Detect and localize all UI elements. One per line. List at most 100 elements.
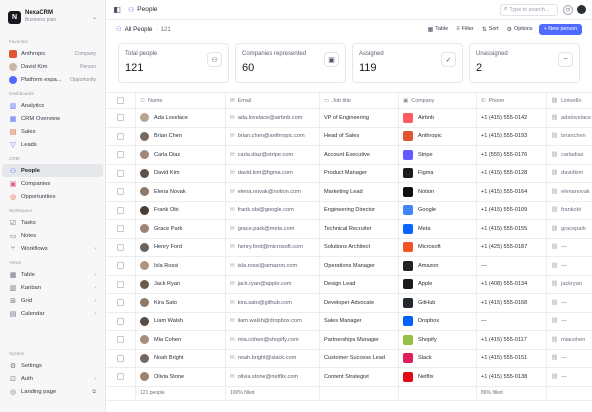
table-row[interactable]: Brian Chen ✉ brian.chen@anthropic.com Head … <box>106 127 592 146</box>
favorite-item-david-kim[interactable]: David Kim Person <box>0 60 105 73</box>
search-input[interactable]: ⌕ Type to search... <box>500 3 558 16</box>
email-cell[interactable]: ✉ frank.obi@google.com <box>226 201 320 219</box>
sidebar-item-opportunities[interactable]: ◎ Opportunities <box>0 190 105 203</box>
name-cell[interactable]: Jack Ryan <box>136 275 226 293</box>
table-row[interactable]: Carla Diaz ✉ carla.diaz@stripe.com Account … <box>106 146 592 165</box>
email-cell[interactable]: ✉ brian.chen@anthropic.com <box>226 127 320 145</box>
phone-cell[interactable]: — <box>477 257 547 275</box>
email-cell[interactable]: ✉ henry.ford@microsoft.com <box>226 238 320 256</box>
email-cell[interactable]: ✉ olivia.stone@netflix.com <box>226 368 320 386</box>
phone-cell[interactable]: +1 (415) 555-0117 <box>477 331 547 349</box>
sidebar-item-auth[interactable]: ⊡ Auth › <box>0 372 105 385</box>
column-header-linkedin[interactable]: ⛓ LinkedIn <box>547 93 592 108</box>
name-cell[interactable]: Elena Novak <box>136 183 226 201</box>
table-row[interactable]: Frank Obi ✉ frank.obi@google.com Engineerin… <box>106 201 592 220</box>
company-cell[interactable]: Airbnb <box>399 109 477 127</box>
phone-cell[interactable]: +1 (425) 555-0187 <box>477 238 547 256</box>
column-header-name[interactable]: ⚇ Name <box>136 93 226 108</box>
job-cell[interactable]: Operations Manager <box>320 257 399 275</box>
phone-cell[interactable]: +1 (415) 555-0151 <box>477 349 547 367</box>
favorite-item-anthropic[interactable]: Anthropic Company <box>0 47 105 60</box>
job-cell[interactable]: Design Lead <box>320 275 399 293</box>
select-all-checkbox[interactable] <box>106 93 136 108</box>
name-cell[interactable]: Ada Lovelace <box>136 109 226 127</box>
row-checkbox[interactable] <box>106 368 136 386</box>
table-row[interactable]: Ada Lovelace ✉ ada.lovelace@airbnb.com VP o… <box>106 109 592 128</box>
name-cell[interactable]: Olivia Stone <box>136 368 226 386</box>
company-cell[interactable]: Meta <box>399 220 477 238</box>
phone-cell[interactable]: +1 (415) 555-0193 <box>477 127 547 145</box>
linkedin-cell[interactable]: ⛓ — <box>547 313 592 331</box>
row-checkbox[interactable] <box>106 331 136 349</box>
sidebar-item-sales[interactable]: ▤ Sales <box>0 125 105 138</box>
linkedin-cell[interactable]: ⛓ carladiaz <box>547 146 592 164</box>
email-cell[interactable]: ✉ ada.lovelace@airbnb.com <box>226 109 320 127</box>
phone-cell[interactable]: — <box>477 312 547 330</box>
name-cell[interactable]: Carla Diaz <box>136 146 226 164</box>
company-cell[interactable]: Slack <box>399 349 477 367</box>
new-person-button[interactable]: + New person <box>538 23 582 35</box>
job-cell[interactable]: Technical Recruiter <box>320 220 399 238</box>
options-button[interactable]: ⚙ Options <box>507 26 533 33</box>
company-cell[interactable]: Shopify <box>399 331 477 349</box>
company-cell[interactable]: Apple <box>399 275 477 293</box>
row-checkbox[interactable] <box>106 294 136 312</box>
clock-icon[interactable]: ◷ <box>563 4 573 15</box>
table-row[interactable]: Olivia Stone ✉ olivia.stone@netflix.com Con… <box>106 368 592 387</box>
linkedin-cell[interactable]: ⛓ davidkim <box>547 165 592 183</box>
name-cell[interactable]: Frank Obi <box>136 201 226 219</box>
phone-cell[interactable]: +1 (555) 555-0176 <box>477 146 547 164</box>
name-cell[interactable]: Liam Walsh <box>136 312 226 330</box>
linkedin-cell[interactable]: ⛓ — <box>547 294 592 312</box>
row-checkbox[interactable] <box>106 275 136 293</box>
email-cell[interactable]: ✉ liam.walsh@dropbox.com <box>226 312 320 330</box>
company-cell[interactable]: Dropbox <box>399 312 477 330</box>
sidebar-item-kanban[interactable]: ▥ Kanban › <box>0 281 105 294</box>
phone-cell[interactable]: +1 (415) 555-0155 <box>477 220 547 238</box>
linkedin-cell[interactable]: ⛓ brianchen <box>547 128 592 146</box>
company-cell[interactable]: Amazon <box>399 257 477 275</box>
email-cell[interactable]: ✉ kira.sato@github.com <box>226 294 320 312</box>
row-checkbox[interactable] <box>106 220 136 238</box>
company-cell[interactable]: Figma <box>399 164 477 182</box>
row-checkbox[interactable] <box>106 146 136 164</box>
table-row[interactable]: Mia Cohen ✉ mia.cohen@shopify.com Partnersh… <box>106 331 592 350</box>
column-header-email[interactable]: ✉ Email <box>226 93 320 108</box>
table-row[interactable]: David Kim ✉ david.kim@figma.com Product Man… <box>106 164 592 183</box>
sidebar-item-landing-page[interactable]: ◎ Landing page ⧉ <box>0 385 105 398</box>
linkedin-cell[interactable]: ⛓ — <box>547 257 592 275</box>
sidebar-item-companies[interactable]: ▣ Companies <box>0 177 105 190</box>
name-cell[interactable]: Noah Bright <box>136 349 226 367</box>
row-checkbox[interactable] <box>106 201 136 219</box>
sidebar-item-table[interactable]: ▦ Table › <box>0 268 105 281</box>
workspace-switcher[interactable]: N NexaCRM Business plan ⌄ <box>0 0 105 34</box>
job-cell[interactable]: VP of Engineering <box>320 109 399 127</box>
phone-cell[interactable]: +1 (408) 555-0134 <box>477 275 547 293</box>
linkedin-cell[interactable]: ⛓ jackryan <box>547 276 592 294</box>
table-row[interactable]: Isla Rossi ✉ isla.rossi@amazon.com Operatio… <box>106 257 592 276</box>
sidebar-item-analytics[interactable]: ▥ Analytics <box>0 99 105 112</box>
table-row[interactable]: Liam Walsh ✉ liam.walsh@dropbox.com Sales M… <box>106 312 592 331</box>
sidebar-item-leads[interactable]: ▽ Leads <box>0 138 105 151</box>
table-view-button[interactable]: ▦ Table <box>428 26 449 33</box>
linkedin-cell[interactable]: ⛓ — <box>547 350 592 368</box>
sidebar-item-settings[interactable]: ⚙ Settings <box>0 359 105 372</box>
sidebar-toggle-icon[interactable]: ◧ <box>112 5 122 15</box>
column-header-job-title[interactable]: ▭ Job title <box>320 93 399 108</box>
company-cell[interactable]: Notion <box>399 183 477 201</box>
job-cell[interactable]: Developer Advocate <box>320 294 399 312</box>
phone-cell[interactable]: +1 (415) 555-0164 <box>477 183 547 201</box>
company-cell[interactable]: Microsoft <box>399 238 477 256</box>
sort-button[interactable]: ⇅ Sort <box>482 26 499 33</box>
column-header-phone[interactable]: ✆ Phone <box>477 93 547 108</box>
theme-toggle-icon[interactable] <box>577 5 586 14</box>
table-row[interactable]: Noah Bright ✉ noah.bright@slack.com Custome… <box>106 349 592 368</box>
table-row[interactable]: Henry Ford ✉ henry.ford@microsoft.com Solut… <box>106 238 592 257</box>
linkedin-cell[interactable]: ⛓ — <box>547 239 592 257</box>
sidebar-item-people[interactable]: ⚇ People <box>2 164 103 177</box>
view-title[interactable]: ⚇ All People · 121 <box>116 26 171 33</box>
sidebar-item-crm-overview[interactable]: ▦ CRM Overview <box>0 112 105 125</box>
phone-cell[interactable]: +1 (415) 555-0142 <box>477 109 547 127</box>
linkedin-cell[interactable]: ⛓ frankobi <box>547 202 592 220</box>
row-checkbox[interactable] <box>106 257 136 275</box>
